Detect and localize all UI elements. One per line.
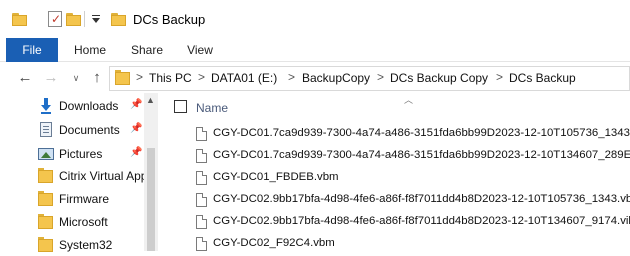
nav-item-downloads[interactable]: Downloads 📌 [0,95,145,117]
nav-scrollbar[interactable]: ▲ [144,93,158,251]
breadcrumb-separator: > [198,70,206,84]
nav-item-citrix-virtual-app[interactable]: Citrix Virtual App [0,165,145,187]
breadcrumb-separator: > [496,70,504,84]
address-folder-icon [115,70,130,85]
up-button[interactable]: ↑ [88,67,106,89]
folder-icon [38,214,53,229]
file-icon [196,215,207,229]
documents-icon [40,122,52,137]
file-name: CGY-DC01_FBDEB.vbm [213,171,339,183]
pin-icon[interactable]: 📌 [130,147,142,158]
file-list: ︿ Name CGY-DC01.7ca9d939-7300-4a74-a486-… [158,93,630,251]
file-row[interactable]: CGY-DC02.9bb17bfa-4d98-4fe6-a86f-f8f7011… [192,190,630,210]
nav-item-documents[interactable]: Documents 📌 [0,119,145,141]
breadcrumb-dcs-backup[interactable]: DCs Backup [509,71,576,85]
file-row[interactable]: CGY-DC01.7ca9d939-7300-4a74-a486-3151fda… [192,124,630,144]
nav-item-pictures[interactable]: Pictures 📌 [0,143,145,165]
select-all-checkbox[interactable] [174,100,187,113]
download-icon [41,98,51,114]
properties-icon[interactable]: ✓ [48,11,62,27]
tab-view[interactable]: View [178,38,222,62]
file-name: CGY-DC01.7ca9d939-7300-4a74-a486-3151fda… [213,127,630,139]
nav-item-system32[interactable]: System32 [0,234,145,256]
file-name: CGY-DC02.9bb17bfa-4d98-4fe6-a86f-f8f7011… [213,193,630,205]
tab-file[interactable]: File [6,38,58,62]
tab-share[interactable]: Share [122,38,172,62]
window-title: DCs Backup [133,12,206,27]
breadcrumb-separator: > [377,70,385,84]
folder-icon [38,168,53,183]
tab-home[interactable]: Home [66,38,114,62]
pin-icon[interactable]: 📌 [130,99,142,110]
nav-item-label: Citrix Virtual App [59,169,145,183]
column-header-name[interactable]: Name [196,101,228,115]
pin-icon[interactable]: 📌 [130,123,142,134]
sort-ascending-icon: ︿ [404,95,414,105]
nav-item-label: System32 [59,238,113,252]
file-name: CGY-DC02.9bb17bfa-4d98-4fe6-a86f-f8f7011… [213,215,630,227]
toolbar-divider [84,11,85,27]
navigation-pane: Downloads 📌 Documents 📌 Pictures 📌 Citri… [0,93,158,252]
nav-item-label: Firmware [59,192,109,206]
title-folder-icon [111,13,126,26]
file-row[interactable]: CGY-DC02.9bb17bfa-4d98-4fe6-a86f-f8f7011… [192,212,630,232]
nav-item-firmware[interactable]: Firmware [0,188,145,210]
address-row: ← → ∨ ↑ > This PC > DATA01 (E:) > Backup… [0,63,630,93]
breadcrumb-data01[interactable]: DATA01 (E:) [211,71,277,85]
file-icon [196,171,207,185]
file-icon [196,127,207,141]
ribbon: File Home Share View [0,38,630,62]
nav-item-label: Microsoft [59,215,108,229]
file-name: CGY-DC02_F92C4.vbm [213,237,335,249]
scroll-up-arrow-icon[interactable]: ▲ [146,95,155,105]
scrollbar-thumb[interactable] [147,148,155,251]
breadcrumb-dcs-backup-copy[interactable]: DCs Backup Copy [390,71,488,85]
breadcrumb-separator: > [136,70,144,84]
file-row[interactable]: CGY-DC01.7ca9d939-7300-4a74-a486-3151fda… [192,146,630,166]
forward-button[interactable]: → [42,67,60,89]
breadcrumb-this-pc[interactable]: This PC [149,71,192,85]
customize-quick-access-dropdown[interactable] [90,10,102,28]
pictures-icon [38,148,54,160]
folder-icon [38,237,53,252]
file-icon [196,149,207,163]
nav-item-microsoft[interactable]: Microsoft [0,211,145,233]
file-row[interactable]: CGY-DC01_FBDEB.vbm [192,168,630,188]
file-icon [196,237,207,251]
address-bar[interactable]: > This PC > DATA01 (E:) > BackupCopy > D… [109,66,630,91]
quick-access-folder-icon[interactable] [12,13,27,26]
folder-icon [38,191,53,206]
title-bar: ✓ DCs Backup [0,0,630,38]
back-button[interactable]: ← [14,67,36,89]
recent-locations-dropdown[interactable]: ∨ [70,67,82,89]
breadcrumb-backupcopy[interactable]: BackupCopy [302,71,370,85]
file-row[interactable]: CGY-DC02_F92C4.vbm [192,234,630,254]
new-folder-icon[interactable] [66,13,81,26]
breadcrumb-separator: > [288,70,296,84]
file-name: CGY-DC01.7ca9d939-7300-4a74-a486-3151fda… [213,149,630,161]
file-icon [196,193,207,207]
